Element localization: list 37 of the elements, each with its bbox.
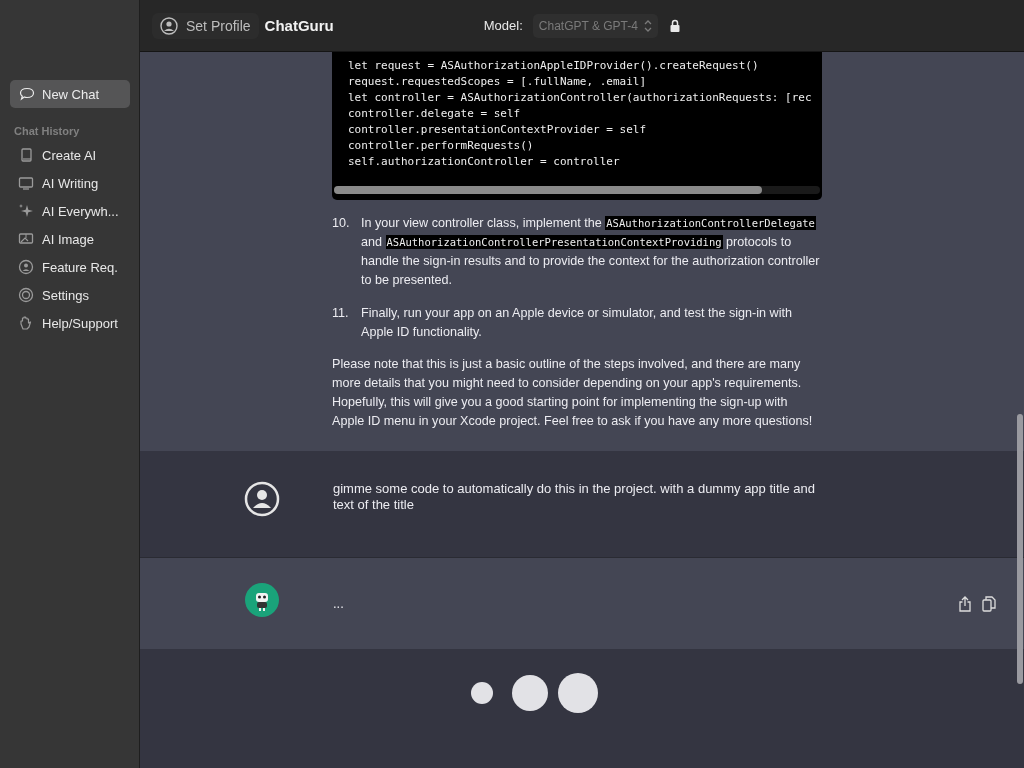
copy-icon[interactable] (982, 596, 996, 612)
message-text: gimme some code to automatically do this in the project. with a dummy app title and text of the title (333, 481, 816, 514)
list-item-text: Finally, run your app on an Apple device or simulator, and test the sign-in with Apple ID functionality. (361, 305, 793, 341)
speech-bubble-icon (19, 86, 35, 102)
robot-avatar-icon (244, 582, 280, 618)
monitor-icon (18, 175, 34, 191)
hand-icon (18, 315, 34, 331)
sidebar-item[interactable]: AI Writing (10, 169, 129, 197)
sidebar-item[interactable]: Create AI (10, 141, 129, 169)
horizontal-scrollbar[interactable] (334, 186, 820, 194)
sidebar-item[interactable]: Settings (10, 281, 129, 309)
code-text: let request = ASAuthorizationAppleIDProvider().createRequest() request.requestedScopes = [.fullName, .email] let controller = ASAuthorizationController(authorizationRequests: [rec controller.delegate = self controller.presentationContextProvider = self controller.performRequests() self.authorizationController = controller (347, 58, 813, 170)
section-label: Chat History (14, 125, 81, 137)
sidebar-item[interactable]: AI Everywh... (10, 197, 129, 225)
lock-icon (669, 19, 680, 32)
sidebar-item[interactable]: Feature Req. (10, 253, 129, 281)
message-text: ... (333, 596, 344, 613)
list-number: 11. (332, 305, 350, 322)
typing-indicator-icon (469, 672, 600, 714)
book-icon (18, 147, 34, 163)
person-circle-icon (18, 259, 34, 275)
sidebar-item[interactable]: Help/Support (10, 309, 129, 337)
response-paragraph: Please note that this is just a basic outline of the steps involved, and there are many more details that you might need to consider depending on your app's requirements. Hopefully, this will give you a good starting point for implementing the sign-up with Apple ID menu in your Xcode project. Feel free to ask if you have any more questions! (332, 356, 814, 430)
vertical-scrollbar[interactable] (1017, 414, 1023, 684)
target-icon (18, 287, 34, 303)
list-item-text: In your view controller class, implement the ASAuthorizationControllerDelegate and ASAuthorizationControllerPresentationContextProviding protocols to handle the sign-in results and to provide the context for the authorization controller to be presented. (361, 215, 821, 289)
share-icon[interactable] (958, 596, 972, 612)
person-circle-icon (160, 16, 178, 35)
image-icon (18, 231, 34, 247)
sidebar-item[interactable]: AI Image (10, 225, 129, 253)
new-chat-button[interactable]: New Chat (10, 80, 130, 108)
set-profile-button[interactable]: Set Profile (152, 12, 259, 39)
list-number: 10. (332, 215, 351, 232)
model-label: Model: (483, 18, 523, 33)
app-title: ChatGuru (264, 17, 334, 34)
user-avatar-icon (244, 481, 280, 517)
chevron-updown-icon (643, 18, 652, 33)
